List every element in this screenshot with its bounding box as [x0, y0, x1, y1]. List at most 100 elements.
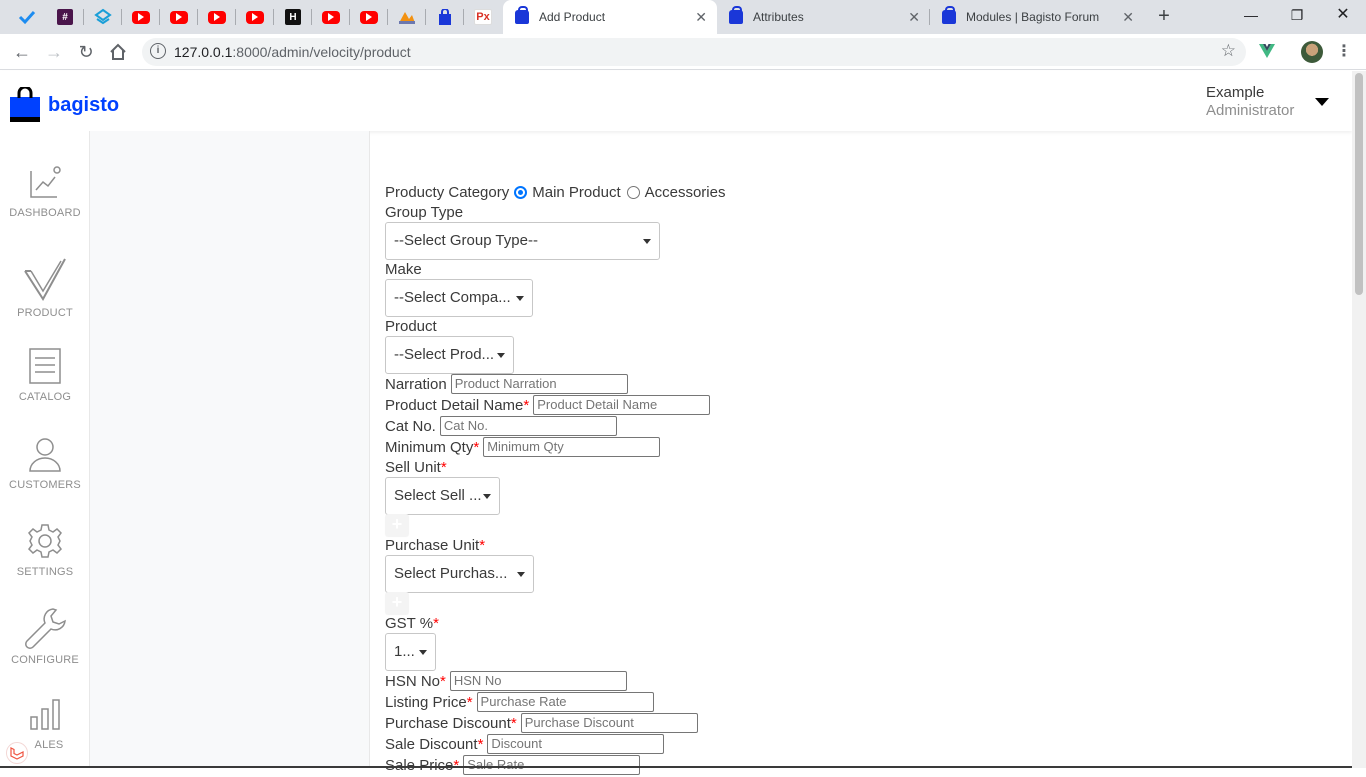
pinned-tab-9[interactable]: [312, 0, 350, 34]
close-icon[interactable]: ✕: [695, 9, 707, 26]
listing-price-row: Listing Price * Purchase Rate: [385, 692, 654, 712]
window-close-button[interactable]: ✕: [1320, 0, 1366, 30]
narration-input[interactable]: Product Narration: [450, 374, 628, 394]
close-icon[interactable]: ✕: [908, 9, 920, 26]
url-host: 127.0.0.1: [174, 44, 233, 60]
site-info-icon[interactable]: i: [150, 43, 166, 59]
radio-main-product[interactable]: [514, 186, 528, 199]
pinned-tab-12[interactable]: [426, 0, 464, 34]
new-tab-button[interactable]: +: [1152, 5, 1176, 29]
layers-icon: [94, 8, 112, 25]
gst-select[interactable]: 1...: [385, 633, 436, 671]
sale-discount-row: Sale Discount * Discount: [385, 734, 665, 754]
sidebar-item-sales[interactable]: ALES: [0, 697, 90, 777]
purchase-discount-label: Purchase Discount: [385, 714, 511, 732]
restore-button[interactable]: ❐: [1274, 0, 1320, 30]
bookmark-star-icon[interactable]: ☆: [1221, 41, 1236, 61]
sale-discount-label: Sale Discount: [385, 735, 478, 753]
required-mark: *: [466, 693, 473, 711]
page-scrollbar[interactable]: [1352, 71, 1366, 768]
px-icon: Px: [474, 9, 492, 25]
pinned-tab-8[interactable]: H: [274, 0, 312, 34]
pinned-tab-11[interactable]: [388, 0, 426, 34]
user-menu-caret-icon[interactable]: [1315, 98, 1329, 106]
browser-menu-icon[interactable]: ⋮: [1336, 41, 1352, 63]
pinned-tab-2[interactable]: #: [46, 0, 84, 34]
forward-button[interactable]: →: [42, 40, 66, 64]
sidebar-item-label: CATALOG: [18, 391, 72, 403]
category-label: Producty Category: [385, 184, 510, 201]
pinned-tab-10[interactable]: [350, 0, 388, 34]
pinned-tab-5[interactable]: [160, 0, 198, 34]
make-select[interactable]: --Select Compa...: [385, 279, 533, 317]
scrollbar-thumb[interactable]: [1355, 73, 1363, 295]
tab-bagisto-forum[interactable]: Modules | Bagisto Forum ✕: [930, 0, 1144, 34]
bagisto-logo-icon[interactable]: [10, 87, 40, 122]
detail-name-input[interactable]: Product Detail Name: [533, 395, 711, 415]
catno-input[interactable]: Cat No.: [439, 416, 617, 436]
minimize-button[interactable]: —: [1228, 0, 1274, 30]
vue-devtools-icon[interactable]: [1258, 42, 1276, 60]
sidebar-item-settings[interactable]: SETTINGS: [0, 522, 90, 602]
purchase-unit-select[interactable]: Select Purchas...: [385, 555, 534, 593]
browser-toolbar: ← → ↻ i 127.0.0.1:8000/admin/velocity/pr…: [0, 34, 1366, 70]
browser-tab-bar: # H Px Add Product ✕ Attributes ✕ Module…: [0, 0, 1366, 34]
url-text[interactable]: 127.0.0.1:8000/admin/velocity/product: [174, 44, 411, 60]
close-icon[interactable]: ✕: [1122, 9, 1134, 26]
product-check-icon: [24, 258, 66, 301]
sell-unit-select[interactable]: Select Sell ...: [385, 477, 500, 515]
home-button[interactable]: [106, 40, 130, 64]
bagisto-icon: [439, 9, 451, 25]
product-label: Product: [385, 318, 437, 335]
minqty-input[interactable]: Minimum Qty: [483, 437, 661, 457]
sale-price-input[interactable]: Sale Rate: [463, 755, 641, 775]
add-purchase-unit-button[interactable]: +: [385, 592, 409, 614]
sidebar-item-label: CONFIGURE: [11, 654, 79, 666]
radio-accessories-label[interactable]: Accessories: [645, 184, 726, 201]
tab-attributes[interactable]: Attributes ✕: [717, 0, 930, 34]
profile-avatar[interactable]: [1301, 41, 1323, 63]
radio-main-product-label[interactable]: Main Product: [532, 184, 620, 201]
sidebar-item-label: DASHBOARD: [9, 207, 81, 219]
laravel-debug-icon[interactable]: [6, 742, 28, 764]
url-path: :8000/admin/velocity/product: [232, 44, 411, 60]
gst-label-row: GST % *: [385, 615, 439, 632]
group-type-value: --Select Group Type--: [394, 232, 538, 249]
sidebar-item-customers[interactable]: CUSTOMERS: [0, 435, 90, 515]
sale-discount-input[interactable]: Discount: [487, 734, 665, 754]
home-icon: [110, 43, 126, 60]
gst-value: 1...: [394, 643, 415, 660]
check-app-icon: [18, 10, 36, 25]
add-sell-unit-button[interactable]: +: [385, 514, 409, 536]
listing-price-label: Listing Price: [385, 693, 467, 711]
required-mark: *: [433, 615, 439, 632]
youtube-icon: [246, 10, 264, 24]
purchase-discount-input[interactable]: Purchase Discount: [520, 713, 698, 733]
brand-name[interactable]: bagisto: [48, 94, 119, 117]
sidebar-item-dashboard[interactable]: DASHBOARD: [0, 165, 90, 245]
required-mark: *: [510, 714, 517, 732]
group-type-select[interactable]: --Select Group Type--: [385, 222, 660, 260]
tab-add-product[interactable]: Add Product ✕: [503, 0, 717, 34]
listing-price-input[interactable]: Purchase Rate: [476, 692, 654, 712]
pinned-tab-3[interactable]: [84, 0, 122, 34]
user-name[interactable]: Example: [1206, 84, 1264, 101]
required-mark: *: [453, 756, 460, 774]
sidebar-item-catalog[interactable]: CATALOG: [0, 347, 90, 427]
back-button[interactable]: ←: [10, 40, 34, 64]
sidebar-item-configure[interactable]: CONFIGURE: [0, 606, 90, 686]
radio-accessories[interactable]: [626, 186, 640, 199]
product-select[interactable]: --Select Prod...: [385, 336, 514, 374]
sidebar-item-product[interactable]: PRODUCT: [0, 255, 90, 335]
dashboard-icon: [30, 166, 61, 198]
hsn-input[interactable]: HSN No: [449, 671, 627, 691]
pinned-tab-4[interactable]: [122, 0, 160, 34]
pinned-tab-1[interactable]: [8, 0, 46, 34]
address-bar[interactable]: i 127.0.0.1:8000/admin/velocity/product …: [142, 38, 1246, 66]
pinned-tab-13[interactable]: Px: [464, 0, 502, 34]
make-value: --Select Compa...: [394, 289, 511, 306]
pinned-tab-7[interactable]: [236, 0, 274, 34]
pinned-tab-6[interactable]: [198, 0, 236, 34]
youtube-icon: [132, 10, 150, 24]
reload-button[interactable]: ↻: [74, 40, 98, 64]
